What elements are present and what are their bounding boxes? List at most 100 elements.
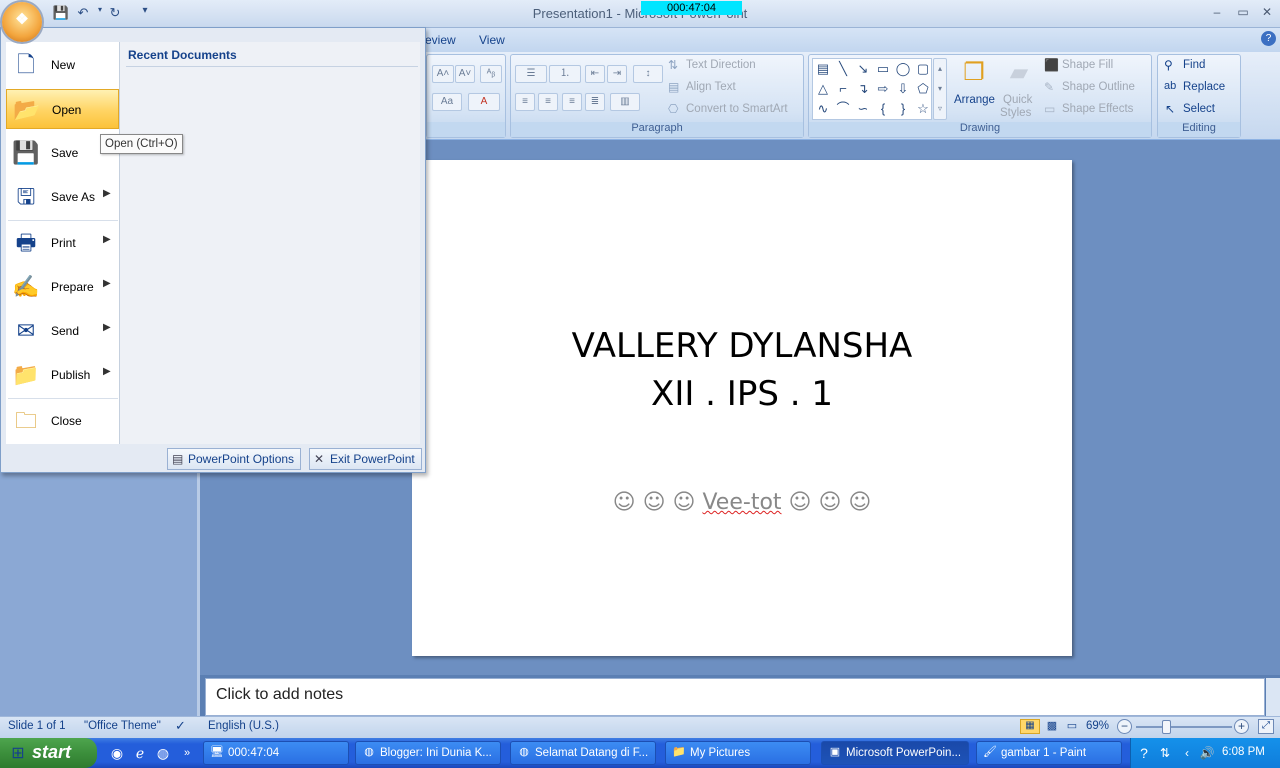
shape-fill-button[interactable]: Shape Fill bbox=[1062, 59, 1113, 71]
line-spacing-icon[interactable]: ↕ bbox=[633, 65, 663, 83]
exit-powerpoint-button[interactable]: ✕ Exit PowerPoint bbox=[309, 448, 422, 470]
slide-canvas[interactable]: VALLERY DYLANSHA XII . IPS . 1 ☺ ☺ ☺ Vee… bbox=[412, 160, 1072, 656]
arc-shape-icon[interactable]: ⌒ bbox=[835, 101, 851, 117]
help-icon[interactable]: ? bbox=[1261, 31, 1276, 46]
quick-styles-line-1[interactable]: Quick bbox=[1003, 94, 1032, 106]
quicklaunch-more-icon[interactable]: » bbox=[178, 744, 196, 762]
theme-name[interactable]: "Office Theme" bbox=[84, 720, 161, 732]
columns-icon[interactable]: ▥ bbox=[610, 93, 640, 111]
grow-font-icon[interactable]: A˄ bbox=[432, 65, 454, 83]
replace-button[interactable]: Replace bbox=[1183, 81, 1225, 93]
arrange-button[interactable]: Arrange bbox=[954, 94, 995, 106]
decrease-indent-icon[interactable]: ⇤ bbox=[585, 65, 605, 83]
font-color-icon[interactable]: A bbox=[468, 93, 500, 111]
tab-view[interactable]: View bbox=[479, 33, 505, 47]
menu-item-close[interactable]: 🗀 Close bbox=[6, 401, 119, 441]
change-case-icon[interactable]: Aa bbox=[432, 93, 462, 111]
slide-subtitle[interactable]: ☺ ☺ ☺ Vee-tot ☺ ☺ ☺ bbox=[412, 490, 1072, 515]
network-icon[interactable]: ⇅ bbox=[1156, 744, 1174, 762]
zoom-slider-thumb[interactable] bbox=[1162, 720, 1171, 734]
rectangle-shape-icon[interactable]: ▭ bbox=[875, 61, 891, 77]
justify-icon[interactable]: ≣ bbox=[585, 93, 605, 111]
zoom-in-icon[interactable]: + bbox=[1234, 719, 1249, 734]
curve-shape-icon[interactable]: ∽ bbox=[855, 101, 871, 117]
line-shape-icon[interactable]: ╲ bbox=[835, 61, 851, 77]
convert-smartart-button[interactable]: Convert to SmartArt bbox=[686, 103, 788, 115]
qat-undo-icon[interactable]: ↶ bbox=[74, 5, 92, 21]
chrome-icon[interactable]: ◉ bbox=[108, 744, 126, 762]
notes-pane[interactable]: Click to add notes bbox=[205, 678, 1265, 716]
clear-formatting-icon[interactable]: ᴬᵦ bbox=[480, 65, 502, 83]
right-arrow-shape-icon[interactable]: ⇨ bbox=[875, 81, 891, 97]
increase-indent-icon[interactable]: ⇥ bbox=[607, 65, 627, 83]
menu-item-print[interactable]: 🖶 Print ▶ bbox=[6, 223, 119, 263]
shrink-font-icon[interactable]: A˅ bbox=[455, 65, 475, 83]
slide-title-line-1[interactable]: VALLERY DYLANSHA bbox=[412, 326, 1072, 366]
freeform-shape-icon[interactable]: ⬠ bbox=[915, 81, 931, 97]
restore-icon[interactable]: ▭ bbox=[1234, 5, 1252, 21]
menu-item-open[interactable]: 📂 Open bbox=[6, 89, 119, 129]
task-timer[interactable]: 🖥 000:47:04 bbox=[203, 741, 349, 765]
text-direction-button[interactable]: Text Direction bbox=[686, 59, 756, 71]
menu-item-send[interactable]: ✉ Send ▶ bbox=[6, 311, 119, 351]
shapes-scroll-icon[interactable]: ▴ ▾ ▿ bbox=[933, 58, 947, 120]
slide-title-line-2[interactable]: XII . IPS . 1 bbox=[412, 374, 1072, 414]
firefox-icon[interactable]: ◍ bbox=[154, 744, 172, 762]
notes-scrollbar[interactable] bbox=[1266, 678, 1280, 716]
normal-view-icon[interactable]: ▦ bbox=[1020, 719, 1040, 734]
zoom-slider[interactable] bbox=[1136, 726, 1232, 728]
shape-outline-button[interactable]: Shape Outline bbox=[1062, 81, 1135, 93]
volume-icon[interactable]: 🔊 bbox=[1198, 744, 1216, 762]
quick-styles-line-2[interactable]: Styles bbox=[1000, 107, 1031, 119]
task-selamat-datang[interactable]: ◍ Selamat Datang di F... bbox=[510, 741, 656, 765]
oval-shape-icon[interactable]: ◯ bbox=[895, 61, 911, 77]
menu-item-new[interactable]: 🗋 New bbox=[6, 45, 119, 85]
zoom-out-icon[interactable]: − bbox=[1117, 719, 1132, 734]
spellcheck-icon[interactable]: ✓ bbox=[175, 718, 186, 734]
qat-customize-icon[interactable]: ▾ bbox=[136, 5, 154, 21]
menu-item-publish[interactable]: 📁 Publish ▶ bbox=[6, 355, 119, 395]
textbox-shape-icon[interactable]: ▤ bbox=[815, 61, 831, 77]
menu-item-prepare[interactable]: ✍ Prepare ▶ bbox=[6, 267, 119, 307]
slide-sorter-icon[interactable]: ▩ bbox=[1042, 719, 1062, 734]
shape-effects-button[interactable]: Shape Effects bbox=[1062, 103, 1133, 115]
find-button[interactable]: Find bbox=[1183, 59, 1205, 71]
slideshow-icon[interactable]: ▭ bbox=[1062, 719, 1082, 734]
right-brace-icon[interactable]: } bbox=[895, 101, 911, 117]
align-text-button[interactable]: Align Text bbox=[686, 81, 736, 93]
zoom-level[interactable]: 69% bbox=[1086, 720, 1109, 732]
triangle-shape-icon[interactable]: △ bbox=[815, 81, 831, 97]
recent-documents-title: Recent Documents bbox=[128, 48, 237, 62]
left-brace-icon[interactable]: { bbox=[875, 101, 891, 117]
language[interactable]: English (U.S.) bbox=[208, 720, 279, 732]
rounded-rect-shape-icon[interactable]: ▢ bbox=[915, 61, 931, 77]
star-shape-icon[interactable]: ☆ bbox=[915, 101, 931, 117]
tab-review[interactable]: eview bbox=[425, 33, 456, 47]
elbow-arrow-icon[interactable]: ↴ bbox=[855, 81, 871, 97]
shapes-gallery[interactable]: ▤ ╲ ↘ ▭ ◯ ▢ △ ⌐ ↴ ⇨ ⇩ ⬠ ∿ ⌒ ∽ { } ☆ bbox=[812, 58, 932, 120]
qat-redo-icon[interactable]: ↻ bbox=[106, 5, 124, 21]
task-paint[interactable]: 🖌 gambar 1 - Paint bbox=[976, 741, 1122, 765]
qat-save-icon[interactable]: 💾 bbox=[52, 5, 70, 21]
help-tray-icon[interactable]: ? bbox=[1135, 744, 1153, 762]
powerpoint-options-button[interactable]: ▤ PowerPoint Options bbox=[167, 448, 302, 470]
task-my-pictures[interactable]: 📁 My Pictures bbox=[665, 741, 811, 765]
close-icon[interactable]: ✕ bbox=[1258, 5, 1276, 21]
curve-connector-icon[interactable]: ∿ bbox=[815, 101, 831, 117]
align-left-icon[interactable]: ≡ bbox=[515, 93, 535, 111]
arrow-line-shape-icon[interactable]: ↘ bbox=[855, 61, 871, 77]
align-right-icon[interactable]: ≡ bbox=[562, 93, 582, 111]
internet-explorer-icon[interactable]: ℯ bbox=[131, 744, 149, 762]
task-blogger[interactable]: ◍ Blogger: Ini Dunia K... bbox=[355, 741, 501, 765]
minimize-icon[interactable]: – bbox=[1208, 5, 1226, 21]
tray-collapse-icon[interactable]: ‹ bbox=[1178, 744, 1196, 762]
fit-to-window-icon[interactable]: ⤢ bbox=[1258, 719, 1274, 734]
align-center-icon[interactable]: ≡ bbox=[538, 93, 558, 111]
numbering-icon[interactable]: ⒈ bbox=[549, 65, 581, 83]
down-arrow-shape-icon[interactable]: ⇩ bbox=[895, 81, 911, 97]
task-powerpoint[interactable]: ▣ Microsoft PowerPoin... bbox=[821, 741, 969, 765]
menu-item-save-as[interactable]: 🖫 Save As ▶ bbox=[6, 177, 119, 217]
bullets-icon[interactable]: ☰ bbox=[515, 65, 547, 83]
elbow-connector-icon[interactable]: ⌐ bbox=[835, 81, 851, 97]
select-button[interactable]: Select bbox=[1183, 103, 1215, 115]
